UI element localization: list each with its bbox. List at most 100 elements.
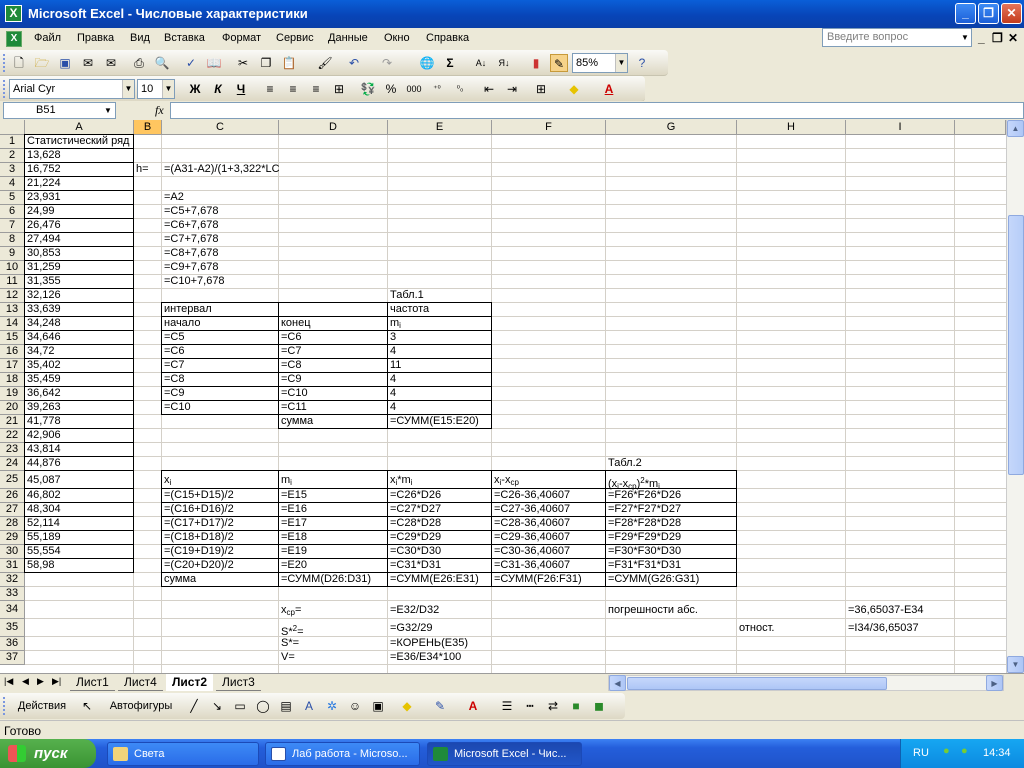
last-sheet-icon[interactable]: ▶|	[52, 676, 61, 687]
cell-a28[interactable]: 52,114	[25, 517, 134, 531]
sheet-tab-4[interactable]: Лист4	[118, 674, 163, 691]
line-icon[interactable]: ╱	[185, 697, 203, 715]
font-color-icon[interactable]: A	[600, 80, 618, 98]
menu-data[interactable]: Данные	[328, 32, 368, 44]
font-color-icon[interactable]: A	[464, 697, 482, 715]
cell-e16[interactable]: 4	[388, 345, 492, 359]
row-header[interactable]: 12	[0, 289, 25, 303]
cell-e12[interactable]: Табл.1	[388, 289, 492, 303]
cell-e21[interactable]: =СУММ(E15:E20)	[388, 415, 492, 429]
cell-a15[interactable]: 34,646	[25, 331, 134, 345]
cell-d21[interactable]: сумма	[279, 415, 388, 429]
cell-c18[interactable]: =C8	[162, 373, 279, 387]
cell-d37[interactable]: V=	[279, 651, 388, 665]
cell-c8[interactable]: =C7+7,678	[162, 233, 279, 247]
cell-a27[interactable]: 48,304	[25, 503, 134, 517]
row-header[interactable]: 27	[0, 503, 25, 517]
row-header[interactable]: 2	[0, 149, 25, 163]
cell-e32[interactable]: =СУММ(E26:E31)	[388, 573, 492, 587]
row-header[interactable]: 5	[0, 191, 25, 205]
arrow-icon[interactable]: ↘	[208, 697, 226, 715]
merge-center-icon[interactable]: ⊞	[330, 80, 348, 98]
cell-d17[interactable]: =C8	[279, 359, 388, 373]
row-header[interactable]: 31	[0, 559, 25, 573]
open-icon[interactable]: 🗁	[33, 54, 51, 72]
cell-d18[interactable]: =C9	[279, 373, 388, 387]
cell-d34[interactable]: xср=	[279, 604, 388, 622]
cell-g30[interactable]: =F30*F30*D30	[606, 545, 737, 559]
vertical-scrollbar[interactable]: ▲ ▼	[1006, 120, 1024, 673]
row-header[interactable]: 16	[0, 345, 25, 359]
row-header[interactable]: 3	[0, 163, 25, 177]
sort-desc-icon[interactable]: Я↓	[495, 54, 513, 72]
row-header[interactable]: 6	[0, 205, 25, 219]
row-header[interactable]: 1	[0, 135, 25, 149]
cell-f27[interactable]: =C27-36,40607	[492, 503, 606, 517]
cell-e34[interactable]: =E32/D32	[388, 604, 492, 622]
column-header-h[interactable]: H	[737, 120, 846, 135]
cell-e19[interactable]: 4	[388, 387, 492, 401]
help-search-input[interactable]: Введите вопрос ▼	[822, 28, 972, 47]
clipart-icon[interactable]: ☺	[346, 697, 364, 715]
cell-c30[interactable]: =(C19+D19)/2	[162, 545, 279, 559]
menu-tools[interactable]: Сервис	[276, 32, 314, 44]
toolbar-grip[interactable]	[3, 697, 6, 715]
print-preview-icon[interactable]: 🔍	[153, 54, 171, 72]
sort-asc-icon[interactable]: A↓	[472, 54, 490, 72]
task-word[interactable]: Лаб работа - Microsо...	[265, 742, 420, 766]
document-icon[interactable]: X	[6, 31, 22, 47]
cell-d32[interactable]: =СУММ(D26:D31)	[279, 573, 388, 587]
cell-d31[interactable]: =E20	[279, 559, 388, 573]
column-header-f[interactable]: F	[492, 120, 606, 135]
cell-d16[interactable]: =C7	[279, 345, 388, 359]
cell-c14[interactable]: начало	[162, 317, 279, 331]
cell-c11[interactable]: =C10+7,678	[162, 275, 279, 289]
new-icon[interactable]: 🗋	[10, 54, 28, 72]
fill-color-icon[interactable]: ◆	[398, 697, 416, 715]
cell-a5[interactable]: 23,931	[25, 191, 134, 205]
toolbar-grip[interactable]	[3, 54, 6, 72]
cell-g28[interactable]: =F28*F28*D28	[606, 517, 737, 531]
menu-window[interactable]: Окно	[384, 32, 410, 44]
column-header-extra[interactable]	[955, 120, 1006, 135]
chevron-down-icon[interactable]: ▼	[122, 80, 134, 98]
cell-d29[interactable]: =E18	[279, 531, 388, 545]
cell-a1[interactable]: Статистический ряд	[25, 135, 134, 149]
cut-icon[interactable]: ✂	[234, 54, 252, 72]
cell-d15[interactable]: =C6	[279, 331, 388, 345]
cell-a26[interactable]: 46,802	[25, 489, 134, 503]
cell-e25[interactable]: xi*mi	[388, 474, 492, 492]
cell-d28[interactable]: =E17	[279, 517, 388, 531]
cell-c31[interactable]: =(C20+D20)/2	[162, 559, 279, 573]
textbox-icon[interactable]: ▤	[277, 697, 295, 715]
cell-a11[interactable]: 31,355	[25, 275, 134, 289]
cell-e15[interactable]: 3	[388, 331, 492, 345]
cell-a20[interactable]: 39,263	[25, 401, 134, 415]
align-left-icon[interactable]: ≡	[261, 80, 279, 98]
cell-a17[interactable]: 35,402	[25, 359, 134, 373]
cell-c25[interactable]: xi	[162, 474, 279, 492]
first-sheet-icon[interactable]: |◀	[4, 676, 13, 687]
cell-e31[interactable]: =C31*D31	[388, 559, 492, 573]
cell-c6[interactable]: =C5+7,678	[162, 205, 279, 219]
cell-i35[interactable]: =I34/36,65037	[846, 622, 955, 640]
font-size-select[interactable]: 10 ▼	[137, 79, 175, 99]
scroll-left-icon[interactable]: ◀	[609, 675, 626, 691]
redo-icon[interactable]: ↷	[378, 54, 396, 72]
copy-icon[interactable]: ❐	[257, 54, 275, 72]
row-header[interactable]: 4	[0, 177, 25, 191]
column-header-c[interactable]: C	[162, 120, 279, 135]
cell-f30[interactable]: =C30-36,40607	[492, 545, 606, 559]
cell-a14[interactable]: 34,248	[25, 317, 134, 331]
cell-g24[interactable]: Табл.2	[606, 457, 737, 471]
email-icon[interactable]: ✉	[102, 54, 120, 72]
currency-icon[interactable]: 💱	[359, 80, 377, 98]
doc-restore-button[interactable]: ❐	[992, 31, 1003, 45]
cell-c28[interactable]: =(C17+D17)/2	[162, 517, 279, 531]
spelling-icon[interactable]: ✓	[182, 54, 200, 72]
cell-a19[interactable]: 36,642	[25, 387, 134, 401]
menu-help[interactable]: Справка	[426, 32, 469, 44]
row-header[interactable]: 18	[0, 373, 25, 387]
network-icon[interactable]: ●	[943, 745, 950, 757]
font-select[interactable]: Arial Cyr ▼	[9, 79, 135, 99]
